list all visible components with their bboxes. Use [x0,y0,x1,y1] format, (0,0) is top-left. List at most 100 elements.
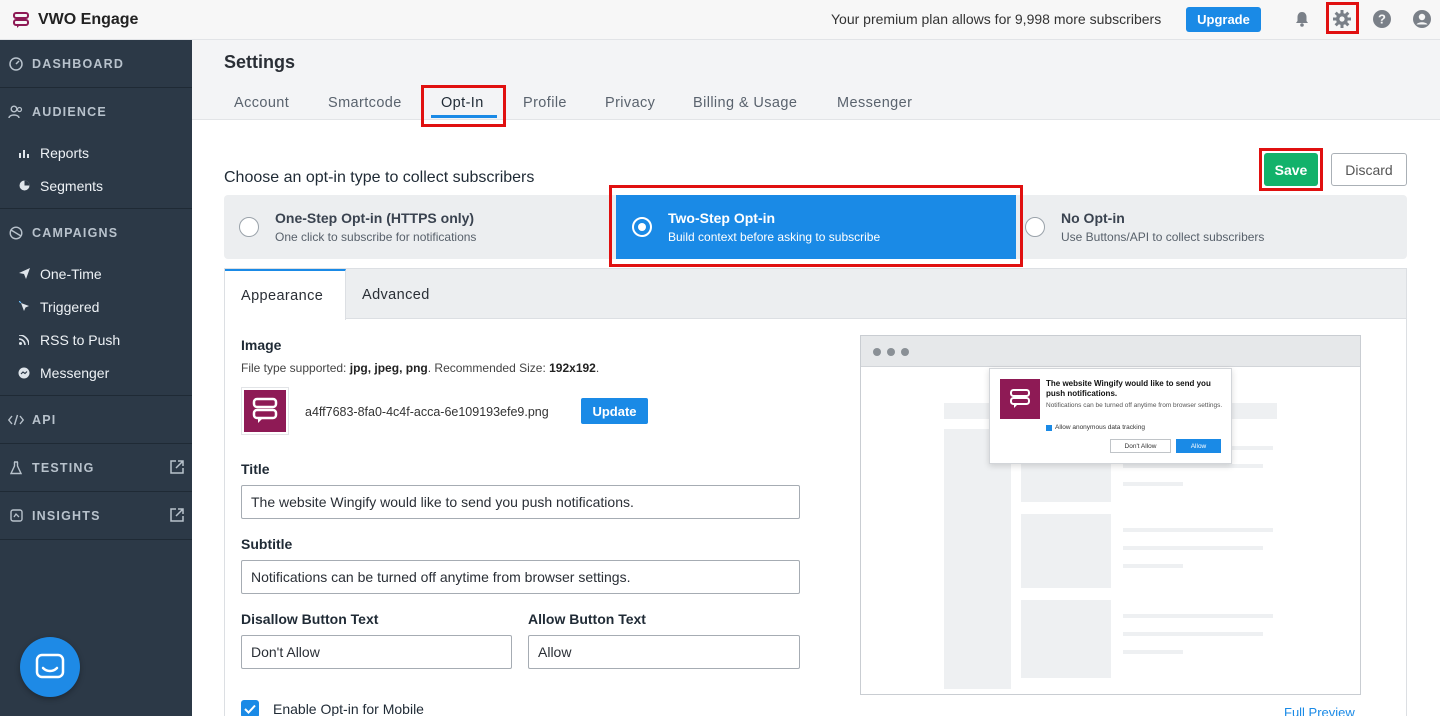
settings-header: Settings Account Smartcode Opt-In Profil… [192,40,1440,120]
sidebar-label: TESTING [32,460,95,475]
opt-in-type-title: One-Step Opt-in (HTTPS only) [275,210,475,226]
chat-launcher-button[interactable] [20,637,80,697]
help-size: 192x192 [549,361,596,375]
popup-subtitle: Notifications can be turned off anytime … [1046,402,1223,409]
sidebar-item-segments[interactable]: Segments [0,169,192,202]
sidebar-item-insights[interactable]: INSIGHTS [0,492,192,540]
flask-icon [8,460,24,476]
popup-check-label: Allow anonymous data tracking [1055,424,1145,431]
sidebar-label: Segments [40,177,104,194]
sidebar-label: INSIGHTS [32,508,101,523]
gear-highlight [1326,2,1359,34]
vwo-logo-icon [1010,389,1030,408]
placeholder-line [1123,528,1273,532]
full-preview-link[interactable]: Full Preview [1284,705,1355,716]
brand[interactable]: VWO Engage [0,11,138,29]
app-name: VWO Engage [38,10,139,28]
placeholder-line [1123,564,1183,568]
radio-button[interactable] [1025,217,1045,237]
sidebar-item-reports[interactable]: Reports [0,136,192,169]
send-icon [18,268,30,280]
sidebar-group-audience: AUDIENCE Reports Segments [0,88,192,209]
subtitle-input[interactable] [241,560,800,594]
opt-in-tab-highlight [421,85,506,127]
tab-account[interactable]: Account [234,95,289,111]
sidebar-label: DASHBOARD [32,56,125,71]
help-text: . Recommended Size: [427,361,550,375]
sidebar-label: RSS to Push [40,331,121,348]
sidebar-label: Messenger [40,364,110,381]
subtitle-label: Subtitle [241,536,293,552]
tab-appearance[interactable]: Appearance [225,269,346,320]
tab-billing[interactable]: Billing & Usage [693,95,797,111]
two-step-highlight [609,185,1023,267]
image-label: Image [241,337,282,353]
sidebar-item-rss[interactable]: RSS to Push [0,323,192,356]
popup-image [1000,379,1040,419]
sidebar-label: One-Time [40,265,102,282]
discard-button[interactable]: Discard [1331,153,1407,186]
cursor-click-icon [18,301,30,313]
checkbox-icon [1046,424,1052,431]
help-text: File type supported: [241,361,350,375]
tab-privacy[interactable]: Privacy [605,95,655,111]
placeholder-line [1123,482,1183,486]
page-title: Settings [224,52,296,72]
external-link-icon[interactable] [170,460,184,474]
panel-tabs: Appearance Advanced [225,269,1406,320]
sidebar-item-api[interactable]: API [0,396,192,444]
bell-icon[interactable] [1291,8,1313,30]
sidebar-item-audience[interactable]: AUDIENCE [0,88,192,136]
sidebar-label: AUDIENCE [32,105,107,119]
placeholder-block [1021,514,1111,588]
sidebar-item-testing[interactable]: TESTING [0,444,192,492]
external-link-icon[interactable] [170,508,184,522]
mobile-optin-label: Enable Opt-in for Mobile [273,701,424,716]
sidebar-item-messenger[interactable]: Messenger [0,356,192,389]
placeholder-line [1123,632,1263,636]
vwo-logo-icon [13,11,29,28]
tab-advanced[interactable]: Advanced [362,269,430,320]
help-types: jpg, jpeg, png [349,361,428,375]
title-input[interactable] [241,485,800,519]
audience-icon [8,104,24,120]
opt-in-type-title: No Opt-in [1061,210,1125,226]
sidebar-item-triggered[interactable]: Triggered [0,290,192,323]
upgrade-button[interactable]: Upgrade [1186,7,1261,32]
sidebar-item-dashboard[interactable]: DASHBOARD [0,40,192,88]
disallow-input[interactable] [241,635,512,669]
check-icon [244,704,256,714]
chat-icon [35,653,65,679]
placeholder-line [1123,546,1263,550]
opt-in-heading: Choose an opt-in type to collect subscri… [224,169,535,186]
user-icon[interactable] [1411,8,1433,30]
radio-button[interactable] [239,217,259,237]
window-dot-icon [887,348,895,356]
popup-tracking-checkbox: Allow anonymous data tracking [1046,424,1145,431]
image-thumbnail [241,387,289,435]
campaigns-icon [8,225,24,241]
opt-in-none[interactable]: No Opt-in Use Buttons/API to collect sub… [1022,195,1407,259]
sidebar-item-one-time[interactable]: One-Time [0,257,192,290]
messenger-icon [18,367,30,379]
bar-chart-icon [18,147,30,159]
opt-in-type-subtitle: Use Buttons/API to collect subscribers [1061,230,1265,244]
placeholder-block [1021,600,1111,678]
opt-in-one-step[interactable]: One-Step Opt-in (HTTPS only) One click t… [224,195,614,259]
allow-input[interactable] [528,635,800,669]
mobile-optin-checkbox[interactable] [241,700,259,716]
sidebar-item-campaigns[interactable]: CAMPAIGNS [0,209,192,257]
save-highlight [1259,148,1323,191]
update-image-button[interactable]: Update [581,398,648,424]
image-filename: a4ff7683-8fa0-4c4f-acca-6e109193efe9.png [305,405,549,419]
preview-popup: The website Wingify would like to send y… [989,368,1232,464]
optin-preview: The website Wingify would like to send y… [860,335,1361,695]
title-label: Title [241,461,270,477]
window-dot-icon [901,348,909,356]
placeholder-line [1123,464,1263,468]
help-icon[interactable]: ? [1371,8,1393,30]
tab-profile[interactable]: Profile [523,95,567,111]
tab-messenger[interactable]: Messenger [837,95,912,111]
tab-smartcode[interactable]: Smartcode [328,95,402,111]
popup-disallow-button: Don't Allow [1110,439,1171,453]
